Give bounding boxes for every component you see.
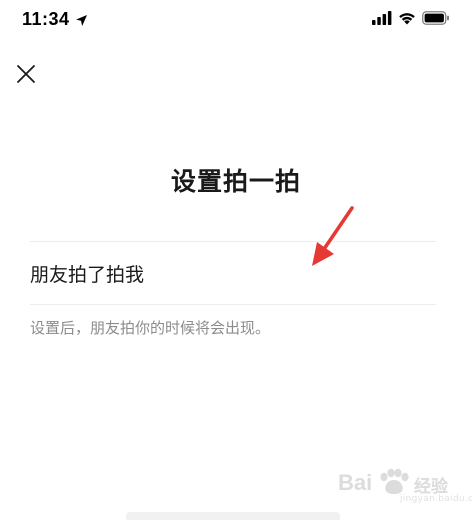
close-button[interactable] [14,62,38,86]
divider-top [30,241,436,242]
status-icons [372,11,450,25]
annotation-arrow-icon [312,206,354,266]
pat-text-input[interactable] [30,256,436,290]
close-icon [17,65,35,83]
watermark-logo-text: Bai [338,470,373,495]
status-bar: 11:34 [0,0,472,44]
pat-hint-text: 设置后，朋友拍你的时候将会出现。 [30,319,271,337]
watermark-url: jingyan.baidu.com [400,494,472,504]
signal-icon [372,11,392,25]
battery-icon [422,11,450,25]
location-arrow-icon [75,14,88,27]
wifi-icon [398,11,416,25]
home-indicator [126,512,340,520]
divider-bottom [30,304,436,305]
paw-logo-icon [380,468,409,494]
page-title: 设置拍一拍 [170,167,301,196]
status-time: 11:34 [22,9,70,29]
status-time-group: 11:34 [22,9,88,30]
baidu-jingyan-watermark: Bai 经验 jingyan.baidu.com [338,466,472,506]
